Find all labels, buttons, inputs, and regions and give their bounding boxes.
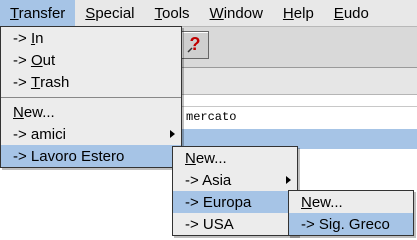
- message-text: mercato: [186, 110, 237, 124]
- mnemonic-letter: T: [154, 4, 163, 22]
- out-rest: ut: [42, 51, 56, 69]
- menu-help-label: Help: [282, 4, 314, 22]
- svg-text:?: ?: [190, 34, 201, 54]
- menu-item-lavoro-estero[interactable]: -> Lavoro Estero: [1, 145, 181, 167]
- menu-eudora[interactable]: Eudo: [324, 0, 379, 26]
- menu-separator: [1, 93, 181, 101]
- submenu-arrow-icon: [286, 176, 291, 184]
- out-key: O: [30, 51, 43, 69]
- new-key: N: [185, 149, 196, 167]
- menu-tools[interactable]: Tools: [145, 0, 200, 26]
- help-button[interactable]: ?: [181, 31, 209, 59]
- menu-item-in[interactable]: -> In: [1, 27, 181, 49]
- menu-bar: Transfer Special Tools Window Help Eudo: [0, 0, 417, 27]
- sig-greco-label: -> Sig. Greco: [301, 215, 390, 233]
- submenu-item-europa[interactable]: -> Europa: [173, 191, 297, 213]
- menu-window-label: Window: [209, 4, 263, 22]
- trash-key: T: [30, 73, 41, 91]
- transfer-menu: -> In -> Out -> Trash New... -> amici ->…: [0, 26, 182, 168]
- menu-special[interactable]: Special: [75, 0, 144, 26]
- mnemonic-letter: S: [85, 4, 96, 22]
- asia-label: -> Asia: [185, 171, 232, 189]
- europa-item-sig-greco[interactable]: -> Sig. Greco: [289, 213, 413, 235]
- menu-transfer[interactable]: Transfer: [0, 0, 76, 26]
- menu-item-trash[interactable]: -> Trash: [1, 71, 181, 93]
- submenu-item-asia[interactable]: -> Asia: [173, 169, 297, 191]
- europa-submenu: New... -> Sig. Greco: [288, 190, 414, 236]
- europa-label: -> Europa: [185, 193, 252, 211]
- new-key: N: [301, 193, 312, 211]
- question-mark-icon: ?: [186, 34, 204, 57]
- usa-label: -> USA: [185, 215, 234, 233]
- menu-help[interactable]: Help: [273, 0, 324, 26]
- new-rest: ew...: [195, 149, 227, 167]
- menu-window[interactable]: Window: [200, 0, 273, 26]
- mnemonic-letter: T: [10, 4, 19, 22]
- new-rest: ew...: [23, 103, 55, 121]
- menu-item-out[interactable]: -> Out: [1, 49, 181, 71]
- toolbar-strip: [180, 68, 417, 95]
- submenu-item-new[interactable]: New...: [173, 147, 297, 169]
- menu-eudora-label: Eudo: [333, 4, 369, 22]
- lavoro-estero-submenu: New... -> Asia -> Europa -> USA: [172, 146, 298, 236]
- amici-label: -> amici: [13, 125, 66, 143]
- in-rest: n: [35, 29, 44, 47]
- submenu-item-usa[interactable]: -> USA: [173, 213, 297, 235]
- toolbar: [180, 27, 417, 68]
- message-line[interactable]: mercato: [180, 106, 417, 130]
- submenu-arrow-icon: [170, 130, 175, 138]
- trash-prefix: ->: [13, 73, 31, 91]
- menu-item-new[interactable]: New...: [1, 101, 181, 123]
- out-prefix: ->: [13, 51, 31, 69]
- menu-tools-label: Tools: [154, 4, 190, 22]
- in-prefix: ->: [13, 29, 31, 47]
- menu-special-label: Special: [85, 4, 135, 22]
- europa-item-new[interactable]: New...: [289, 191, 413, 213]
- new-key: N: [13, 103, 24, 121]
- menu-transfer-label: Transfer: [10, 4, 66, 22]
- mnemonic-letter: W: [209, 4, 224, 22]
- menu-item-amici[interactable]: -> amici: [1, 123, 181, 145]
- mnemonic-letter: H: [282, 4, 294, 22]
- lavoro-estero-label: -> Lavoro Estero: [13, 147, 125, 165]
- new-rest: ew...: [311, 193, 343, 211]
- trash-rest: rash: [40, 73, 70, 91]
- mnemonic-letter: E: [333, 4, 344, 22]
